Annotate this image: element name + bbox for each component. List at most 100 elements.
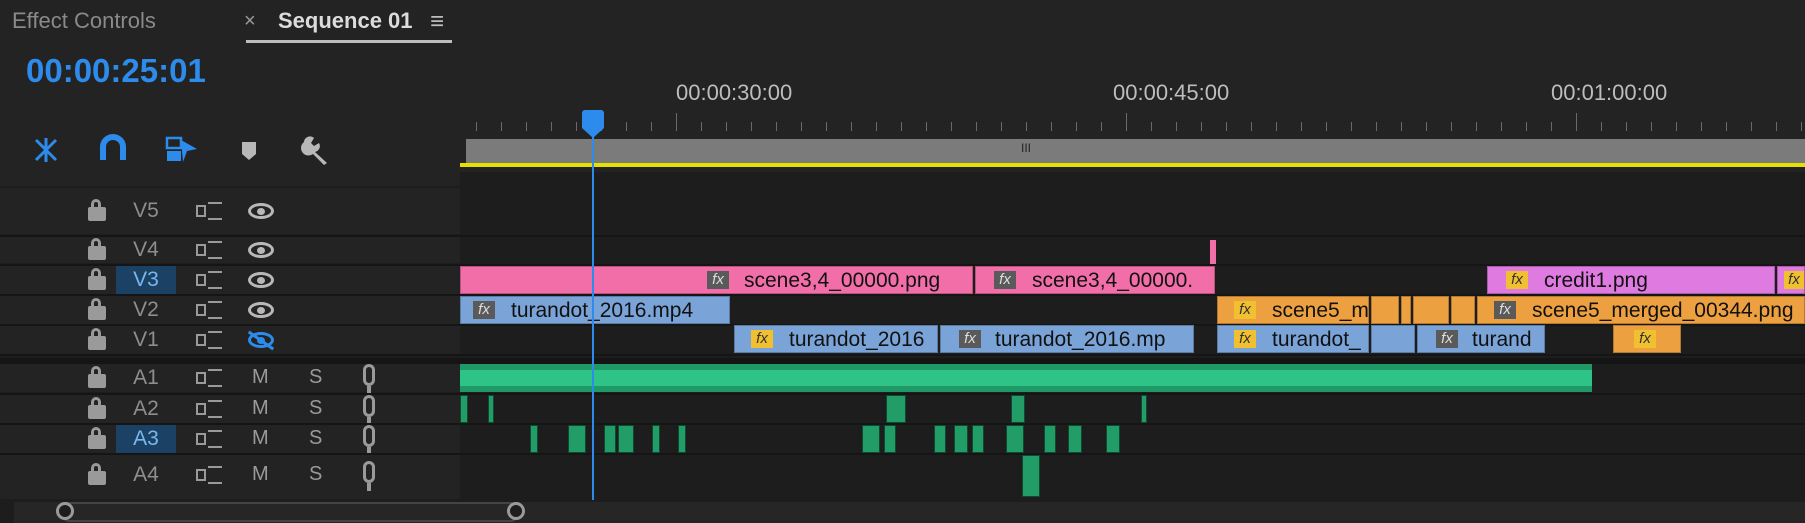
lock-icon[interactable] xyxy=(88,328,106,352)
sync-lock-icon[interactable] xyxy=(196,400,222,418)
solo-button[interactable]: S xyxy=(309,427,322,450)
clip-v2-orange-small[interactable] xyxy=(1413,296,1449,324)
sync-lock-icon[interactable] xyxy=(196,271,222,289)
track-header-v1[interactable] xyxy=(0,326,460,354)
track-name[interactable]: V2 xyxy=(116,296,176,324)
lock-icon[interactable] xyxy=(88,427,106,451)
track-name[interactable]: V5 xyxy=(116,197,176,225)
playhead-handle[interactable] xyxy=(582,110,604,138)
solo-button[interactable]: S xyxy=(309,397,322,420)
mute-button[interactable]: M xyxy=(252,366,269,389)
mic-icon[interactable] xyxy=(363,395,375,417)
wrench-icon[interactable] xyxy=(300,134,332,166)
close-icon[interactable]: × xyxy=(244,10,256,33)
lock-icon[interactable] xyxy=(88,298,106,322)
clip-v2-orange-small[interactable] xyxy=(1451,296,1475,324)
audio-clip[interactable] xyxy=(460,395,468,423)
track-header-v5[interactable] xyxy=(0,188,460,234)
audio-clip[interactable] xyxy=(862,425,880,453)
sync-lock-icon[interactable] xyxy=(196,369,222,387)
track-header-v3[interactable] xyxy=(0,266,460,294)
audio-clip[interactable] xyxy=(934,425,946,453)
solo-button[interactable]: S xyxy=(309,463,322,486)
sync-lock-icon[interactable] xyxy=(196,301,222,319)
lock-icon[interactable] xyxy=(88,366,106,390)
clip-v3-scene34-a[interactable]: fx scene3,4_00000.png xyxy=(460,266,973,294)
eye-icon[interactable] xyxy=(248,302,274,318)
clip-v1-turandot-c[interactable]: fx turandot_ xyxy=(1217,325,1369,353)
track-name[interactable]: V1 xyxy=(116,326,176,354)
lock-icon[interactable] xyxy=(88,199,106,223)
playhead-line[interactable] xyxy=(592,130,594,500)
audio-clip[interactable] xyxy=(604,425,616,453)
track-header-v2[interactable] xyxy=(0,296,460,324)
audio-clip[interactable] xyxy=(488,395,494,423)
clip-v2-scene5-a[interactable]: fx scene5_m xyxy=(1217,296,1369,324)
mic-icon[interactable] xyxy=(363,364,375,386)
audio-clip[interactable] xyxy=(1044,425,1056,453)
track-header-a4[interactable] xyxy=(0,455,460,499)
track-name[interactable]: A2 xyxy=(116,395,176,423)
track-header-a1[interactable] xyxy=(0,364,460,392)
track-header-a2[interactable] xyxy=(0,395,460,423)
playhead-timecode[interactable]: 00:00:25:01 xyxy=(26,52,206,90)
track-name[interactable]: A1 xyxy=(116,364,176,392)
zoom-scroll-thumb[interactable] xyxy=(60,502,520,522)
snap-nest-icon[interactable] xyxy=(32,136,58,162)
audio-clip[interactable] xyxy=(1022,455,1040,497)
mic-icon[interactable] xyxy=(363,425,375,447)
clip-v2-orange-small[interactable] xyxy=(1371,296,1399,324)
audio-clip[interactable] xyxy=(568,425,586,453)
audio-clip[interactable] xyxy=(1141,395,1147,423)
magnet-icon[interactable] xyxy=(98,134,128,164)
lock-icon[interactable] xyxy=(88,463,106,487)
audio-clip-a1[interactable] xyxy=(460,364,1592,392)
audio-clip[interactable] xyxy=(1106,425,1120,453)
clip-v1-turandot-d[interactable]: fx turand xyxy=(1417,325,1545,353)
clip-v4-sliver[interactable] xyxy=(1210,240,1216,264)
sync-lock-icon[interactable] xyxy=(196,202,222,220)
audio-clip[interactable] xyxy=(1006,425,1024,453)
linked-selection-icon[interactable] xyxy=(165,134,199,164)
clip-v2-scene5-merged[interactable]: fx scene5_merged_00344.png xyxy=(1477,296,1805,324)
audio-clip[interactable] xyxy=(678,425,686,453)
audio-clip[interactable] xyxy=(530,425,538,453)
clip-v3-scene34-b[interactable]: fx scene3,4_00000. xyxy=(975,266,1215,294)
audio-clip[interactable] xyxy=(652,425,660,453)
eye-icon[interactable] xyxy=(248,242,274,258)
audio-clip[interactable] xyxy=(1011,395,1025,423)
clip-v1-blue-small[interactable] xyxy=(1371,325,1415,353)
sync-lock-icon[interactable] xyxy=(196,331,222,349)
audio-clip[interactable] xyxy=(886,395,906,423)
sync-lock-icon[interactable] xyxy=(196,430,222,448)
audio-clip[interactable] xyxy=(972,425,984,453)
mute-button[interactable]: M xyxy=(252,397,269,420)
tab-effect-controls[interactable]: Effect Controls xyxy=(12,8,156,34)
mute-button[interactable]: M xyxy=(252,463,269,486)
solo-button[interactable]: S xyxy=(309,366,322,389)
track-name[interactable]: V3 xyxy=(116,266,176,294)
add-marker-icon[interactable] xyxy=(240,140,258,162)
eye-icon[interactable] xyxy=(248,203,274,219)
track-header-v4[interactable] xyxy=(0,237,460,263)
zoom-handle-right[interactable] xyxy=(507,502,525,520)
audio-clip[interactable] xyxy=(954,425,968,453)
clip-v3-credit1[interactable]: fx credit1.png xyxy=(1487,266,1775,294)
clip-v2-orange-small[interactable] xyxy=(1401,296,1411,324)
sync-lock-icon[interactable] xyxy=(196,466,222,484)
lock-icon[interactable] xyxy=(88,397,106,421)
track-header-a3[interactable] xyxy=(0,425,460,453)
track-name[interactable]: A3 xyxy=(116,425,176,453)
work-area-bar[interactable]: III xyxy=(466,139,1805,163)
panel-menu-icon[interactable]: ≡ xyxy=(430,8,444,36)
mic-icon[interactable] xyxy=(363,461,375,483)
track-name[interactable]: V4 xyxy=(116,236,176,264)
lock-icon[interactable] xyxy=(88,268,106,292)
clip-v1-turandot-b[interactable]: fx turandot_2016.mp xyxy=(940,325,1194,353)
audio-clip[interactable] xyxy=(1068,425,1082,453)
clip-v3-violet-edge[interactable]: fx xyxy=(1777,266,1805,294)
sync-lock-icon[interactable] xyxy=(196,241,222,259)
audio-clip[interactable] xyxy=(618,425,634,453)
lock-icon[interactable] xyxy=(88,238,106,262)
mute-button[interactable]: M xyxy=(252,427,269,450)
